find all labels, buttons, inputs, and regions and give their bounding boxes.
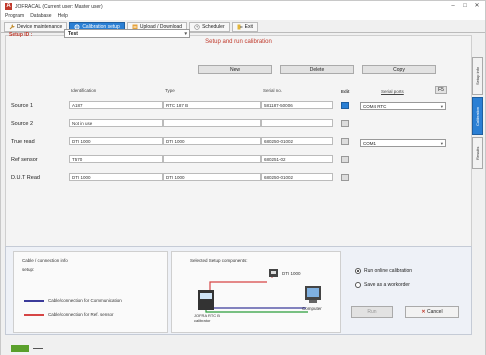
- ref-sensor-edit-button[interactable]: [341, 156, 349, 163]
- dut-read-serial: 680250-01002: [261, 173, 333, 181]
- header-type: Type: [165, 88, 175, 93]
- tab-label: Scheduler: [202, 23, 225, 30]
- tab-label: Device maintenance: [17, 23, 63, 30]
- source-2-type: [163, 119, 261, 127]
- true-read-type: DTI 1000: [163, 137, 261, 145]
- tab-exit[interactable]: Exit: [231, 21, 258, 32]
- menu-bar: Program Database Help: [1, 12, 485, 20]
- source-1-edit-button[interactable]: [341, 102, 349, 109]
- tab-scheduler[interactable]: Scheduler: [189, 21, 230, 32]
- side-tab-calibration[interactable]: Calibration: [472, 97, 483, 135]
- menu-help[interactable]: Help: [58, 13, 68, 19]
- row-label-ref-sensor: Ref sensor: [11, 157, 38, 163]
- true-read-serial: 680250-01002: [261, 137, 333, 145]
- setup-label: setup:: [22, 267, 35, 272]
- tab-label: Exit: [244, 23, 253, 30]
- ref-sensor-serial: 680251-02: [261, 155, 333, 163]
- cable-info-title: Cable / connection info: [22, 258, 68, 263]
- refresh-ports-button[interactable]: F5: [435, 86, 447, 94]
- dut-read-identification[interactable]: DTI 1000: [69, 173, 163, 181]
- clock-icon: [194, 23, 200, 30]
- status-indicator-icon: [11, 344, 29, 352]
- menu-database[interactable]: Database: [30, 13, 51, 19]
- cable-info-box: Cable / connection info setup: Cable/con…: [13, 251, 168, 333]
- source-1-type: RTC 187 B: [163, 101, 261, 109]
- close-button[interactable]: ✕: [471, 1, 483, 12]
- calibrator-label: JOFRA RTC B calibrator: [194, 313, 220, 323]
- computer-label: Computer: [302, 306, 322, 311]
- row-label-source-2: Source 2: [11, 121, 34, 127]
- source-1-identification[interactable]: A187: [69, 101, 163, 109]
- minimize-button[interactable]: –: [447, 1, 459, 12]
- chevron-down-icon: ▾: [440, 104, 443, 109]
- window-title: JOFRACAL (Current user: Master user): [15, 3, 103, 10]
- side-tab-results[interactable]: Results: [472, 137, 483, 169]
- header-edit: Edit: [341, 89, 350, 94]
- true-read-edit-button[interactable]: [341, 138, 349, 145]
- ref-legend-line: [24, 314, 44, 316]
- close-icon: ✕: [421, 309, 426, 315]
- setup-id-label: Setup ID :: [9, 32, 33, 38]
- source-1-port-select[interactable]: COM4 RTC ▾: [360, 102, 446, 110]
- tab-device-maintenance[interactable]: Device maintenance: [4, 21, 68, 32]
- chevron-down-icon: ▾: [440, 141, 443, 146]
- row-label-true-read: True read: [11, 139, 35, 145]
- run-button[interactable]: Run: [351, 306, 393, 318]
- maximize-button[interactable]: □: [459, 1, 471, 12]
- wrench-icon: [9, 24, 15, 30]
- source-2-identification[interactable]: Not in use: [69, 119, 163, 127]
- header-identification: Identification: [71, 88, 97, 93]
- radio-selected-icon: [355, 268, 361, 274]
- header-serial-ports: Serial ports: [381, 89, 404, 94]
- run-online-radio[interactable]: Run online calibration: [355, 268, 412, 274]
- status-bar: [1, 341, 485, 355]
- true-read-identification[interactable]: DTI 1000: [69, 137, 163, 145]
- window-controls: – □ ✕: [447, 1, 483, 12]
- save-workorder-radio[interactable]: Save as a workorder: [355, 282, 410, 288]
- new-setup-button[interactable]: New: [198, 65, 272, 74]
- radio-unselected-icon: [355, 282, 361, 288]
- chevron-down-icon: ▾: [184, 31, 187, 37]
- ref-sensor-identification[interactable]: T570: [69, 155, 163, 163]
- device-label: DTI 1000: [282, 271, 301, 276]
- true-read-port-select[interactable]: COM1 ▾: [360, 139, 446, 147]
- row-label-source-1: Source 1: [11, 103, 34, 109]
- source-2-edit-button[interactable]: [341, 120, 349, 127]
- menu-program[interactable]: Program: [5, 13, 24, 19]
- status-line: [33, 347, 43, 349]
- source-1-serial: 581187-50006: [261, 101, 333, 109]
- copy-setup-button[interactable]: Copy: [362, 65, 436, 74]
- dut-read-edit-button[interactable]: [341, 174, 349, 181]
- delete-setup-button[interactable]: Delete: [280, 65, 354, 74]
- setup-diagram: Selected Setup components: DTI 1000 JOFR…: [171, 251, 341, 333]
- dut-read-type: DTI 1000: [163, 173, 261, 181]
- cancel-button[interactable]: ✕ Cancel: [405, 306, 459, 318]
- setup-id-select[interactable]: Test ▾: [64, 29, 190, 38]
- comm-legend-label: Cable/connection for Communication: [48, 298, 122, 303]
- header-serial: Serial no.: [263, 88, 283, 93]
- source-2-serial: [261, 119, 333, 127]
- row-label-dut-read: D.U.T Read: [11, 175, 40, 181]
- side-tab-setup-info[interactable]: Setup info: [472, 57, 483, 95]
- ref-legend-label: Cable/connection for Ref. sensor: [48, 312, 114, 317]
- title-bar: A JOFRACAL (Current user: Master user) –…: [1, 1, 485, 12]
- comm-legend-line: [24, 300, 44, 302]
- exit-icon: [237, 24, 243, 30]
- section-title: Setup and run calibration: [205, 39, 272, 45]
- application-window: A JOFRACAL (Current user: Master user) –…: [0, 0, 486, 355]
- ref-sensor-type: [163, 155, 261, 163]
- app-logo-icon: A: [5, 3, 12, 10]
